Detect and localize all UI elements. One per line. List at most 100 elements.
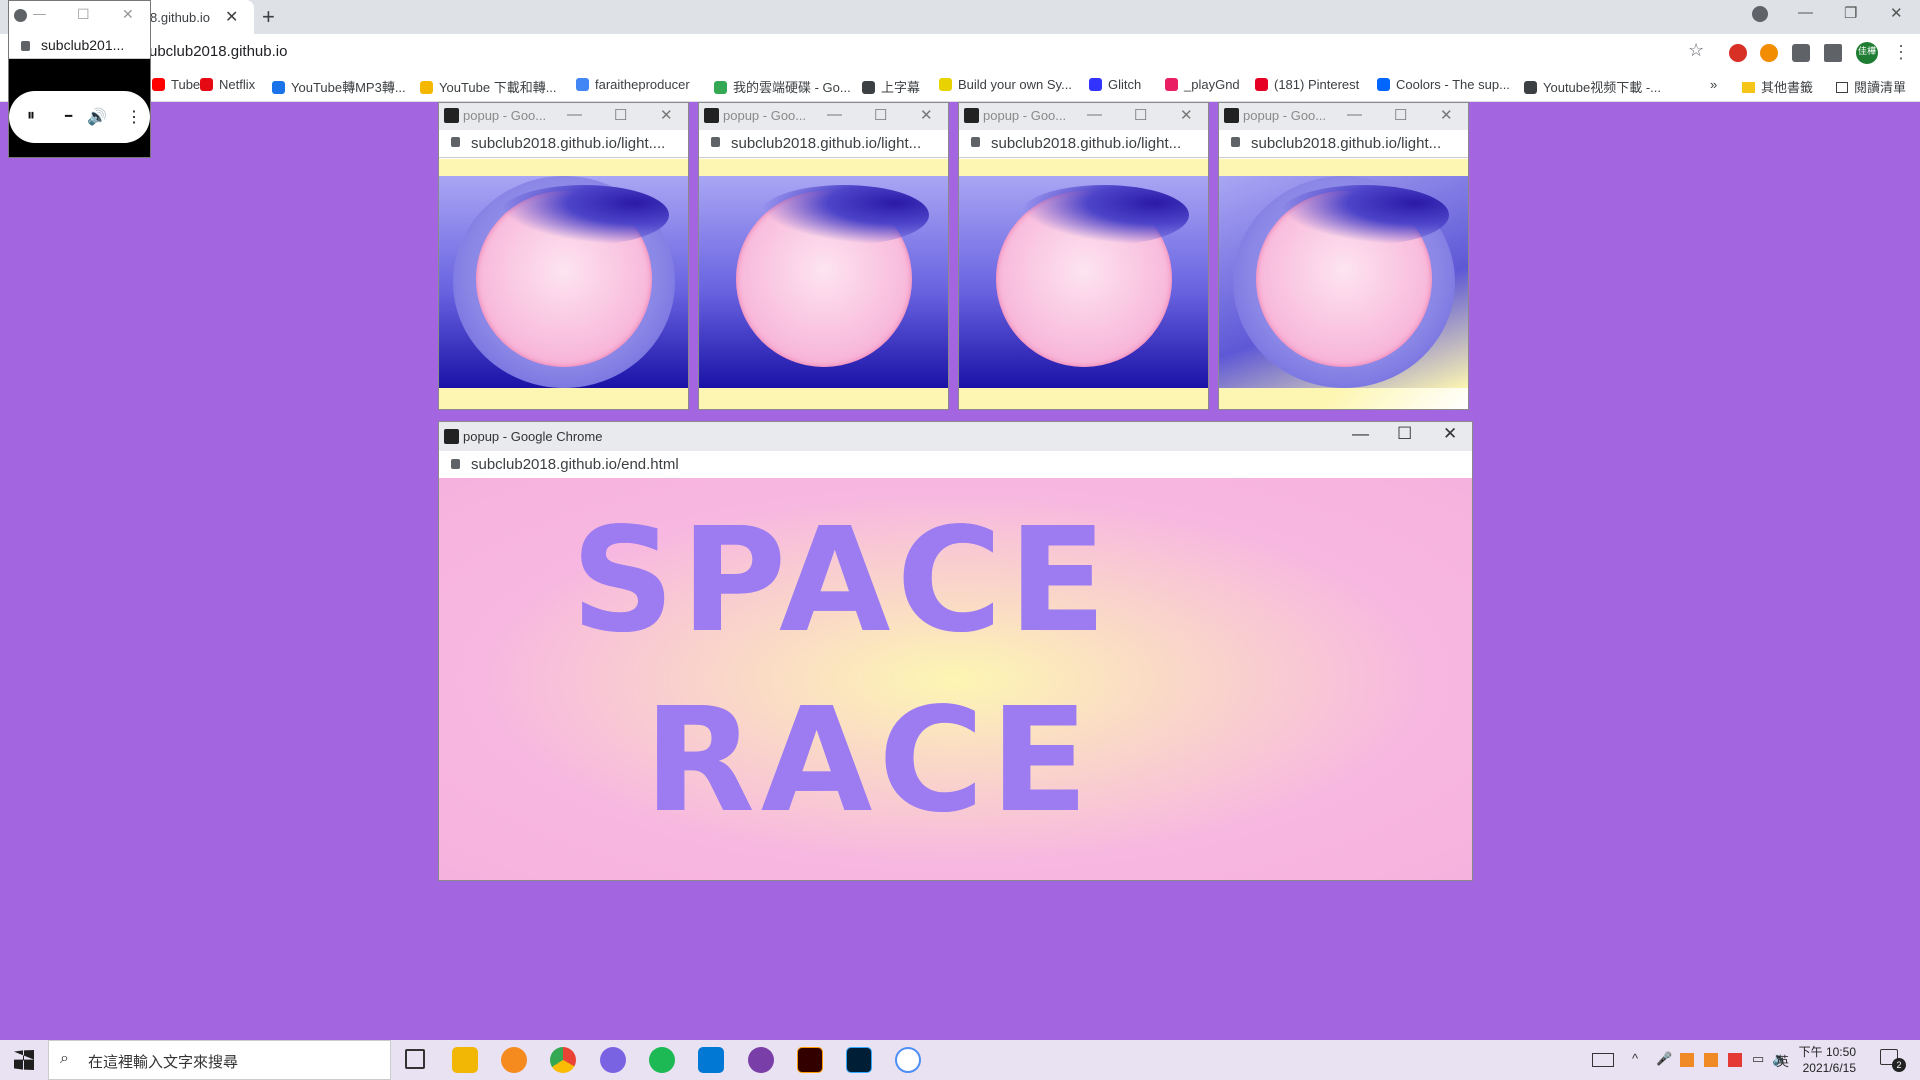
window-restore-icon[interactable]: ❐ — [1844, 4, 1857, 22]
bookmark-favicon-icon — [420, 81, 433, 94]
tray-app-icon-3[interactable] — [1728, 1053, 1742, 1067]
maximize-icon[interactable]: ☐ — [1397, 424, 1412, 444]
minimize-icon[interactable]: — — [1352, 424, 1369, 444]
bookmark-item[interactable]: faraitheproducer — [576, 77, 690, 92]
profile-avatar[interactable]: 佳樺 — [1856, 42, 1878, 64]
clock-date[interactable]: 2021/6/15 — [1796, 1061, 1856, 1075]
bookmark-item[interactable]: Tube — [152, 77, 200, 92]
minimize-icon[interactable]: — — [827, 106, 842, 123]
popup-url: subclub2018.github.io/light... — [731, 135, 922, 152]
tab-search-icon[interactable] — [1752, 6, 1768, 22]
maximize-icon[interactable]: ☐ — [874, 106, 887, 124]
minimize-icon[interactable]: — — [567, 106, 582, 123]
orb-shadow — [1279, 185, 1449, 245]
pause-button[interactable]: ⏸ — [27, 107, 35, 125]
bookmark-label: (181) Pinterest — [1274, 77, 1360, 92]
close-icon[interactable]: ✕ — [920, 106, 933, 124]
bookmark-item[interactable]: _playGnd — [1165, 77, 1240, 92]
tray-app-icon[interactable] — [1680, 1053, 1694, 1067]
mini-minimize-icon[interactable]: — — [33, 6, 46, 21]
tab-title: 8.github.io — [150, 10, 210, 25]
site-logo-icon — [444, 429, 459, 444]
bookmark-favicon-icon — [714, 81, 727, 94]
bookmark-label: Build your own Sy... — [958, 77, 1072, 92]
bookmark-item[interactable]: 我的雲端硬碟 - Go... — [714, 77, 851, 96]
puzzle-icon[interactable] — [1792, 44, 1810, 62]
minimize-icon[interactable]: — — [1087, 106, 1102, 123]
bookmark-item[interactable]: YouTube轉MP3轉... — [272, 77, 406, 96]
chrome-icon[interactable] — [550, 1047, 576, 1073]
spotify-icon[interactable] — [649, 1047, 675, 1073]
taskbar-search-input[interactable]: 在這裡輸入文字來搜尋 — [88, 1051, 238, 1072]
end-popup-window: popup - Google Chrome — ☐ ✕ subclub2018.… — [438, 421, 1473, 881]
window-close-icon[interactable]: ✕ — [1890, 4, 1903, 22]
popup-window-2: popup - Goo... — ☐ ✕ subclub2018.github.… — [698, 102, 949, 410]
bookmark-label: faraitheproducer — [595, 77, 690, 92]
photoshop-icon[interactable] — [846, 1047, 872, 1073]
lock-icon — [21, 41, 30, 51]
microphone-icon[interactable]: 🎤 — [1656, 1051, 1672, 1067]
bookmark-item[interactable]: Youtube视频下載 -... — [1524, 77, 1661, 96]
more-options-button[interactable]: ⋮ — [126, 107, 142, 127]
tray-app-icon-2[interactable] — [1704, 1053, 1718, 1067]
window-minimize-icon[interactable]: — — [1798, 4, 1813, 21]
bookmark-label: Coolors - The sup... — [1396, 77, 1510, 92]
close-icon[interactable]: ✕ — [1443, 424, 1457, 444]
seek-button[interactable]: ━ — [65, 109, 72, 123]
other-bookmarks[interactable]: 其他書籤 — [1742, 77, 1813, 96]
illustrator-icon[interactable] — [797, 1047, 823, 1073]
mini-close-icon[interactable]: ✕ — [122, 6, 134, 23]
close-icon[interactable]: ✕ — [1180, 106, 1193, 124]
network-icon[interactable]: ▭ — [1752, 1051, 1764, 1067]
file-explorer-icon[interactable] — [452, 1047, 478, 1073]
bookmark-item[interactable]: Coolors - The sup... — [1377, 77, 1510, 92]
browser-toolbar — [0, 34, 1920, 70]
maximize-icon[interactable]: ☐ — [1134, 106, 1147, 124]
bookmark-favicon-icon — [272, 81, 285, 94]
adblock-icon[interactable] — [1729, 44, 1747, 62]
bookmark-item[interactable]: Build your own Sy... — [939, 77, 1072, 92]
reading-list[interactable]: 閱讀清單 — [1836, 77, 1906, 96]
end-canvas: SPACE RACE — [439, 478, 1472, 880]
close-icon[interactable]: ✕ — [1440, 106, 1453, 124]
tray-expand-icon[interactable]: ^ — [1632, 1051, 1638, 1066]
bookmark-favicon-icon — [152, 78, 165, 91]
new-tab-button[interactable]: + — [262, 4, 275, 30]
bookmark-favicon-icon — [1377, 78, 1390, 91]
extension-icon[interactable] — [1760, 44, 1778, 62]
mini-maximize-icon[interactable]: ☐ — [77, 6, 90, 23]
bookmark-item[interactable]: Netflix — [200, 77, 255, 92]
light-canvas — [699, 159, 948, 409]
network-app-icon[interactable] — [895, 1047, 921, 1073]
fl-studio-icon[interactable] — [501, 1047, 527, 1073]
maximize-icon[interactable]: ☐ — [614, 106, 627, 124]
mini-player-url: subclub201... — [41, 37, 125, 53]
address-bar[interactable]: ubclub2018.github.io — [149, 43, 287, 60]
task-view-icon[interactable] — [405, 1049, 425, 1069]
bookmark-item[interactable]: YouTube 下載和轉... — [420, 77, 557, 96]
popup-url: subclub2018.github.io/light... — [991, 135, 1182, 152]
github-desktop-icon[interactable] — [748, 1047, 774, 1073]
globe-icon — [14, 9, 27, 22]
tab-close-icon[interactable]: ✕ — [225, 7, 238, 27]
bookmark-star-icon[interactable]: ☆ — [1688, 40, 1704, 61]
bookmarks-overflow-icon[interactable]: » — [1710, 77, 1717, 92]
discord-icon[interactable] — [600, 1047, 626, 1073]
clock-time[interactable]: 下午 10:50 — [1796, 1043, 1856, 1060]
close-icon[interactable]: ✕ — [660, 106, 673, 124]
media-control-icon[interactable] — [1824, 44, 1842, 62]
keyboard-icon[interactable] — [1592, 1053, 1614, 1067]
vscode-icon[interactable] — [698, 1047, 724, 1073]
bookmark-label: Tube — [171, 77, 201, 92]
bookmark-item[interactable]: 上字幕 — [862, 77, 920, 96]
bookmark-favicon-icon — [939, 78, 952, 91]
minimize-icon[interactable]: — — [1347, 106, 1362, 123]
orb-shadow — [1019, 185, 1189, 245]
bookmark-item[interactable]: Glitch — [1089, 77, 1141, 92]
bookmark-favicon-icon — [862, 81, 875, 94]
menu-icon[interactable]: ⋮ — [1892, 42, 1910, 63]
volume-button[interactable]: 🔊 — [87, 107, 107, 127]
bookmark-item[interactable]: (181) Pinterest — [1255, 77, 1359, 92]
maximize-icon[interactable]: ☐ — [1394, 106, 1407, 124]
ime-indicator[interactable]: 英 — [1776, 1051, 1789, 1070]
